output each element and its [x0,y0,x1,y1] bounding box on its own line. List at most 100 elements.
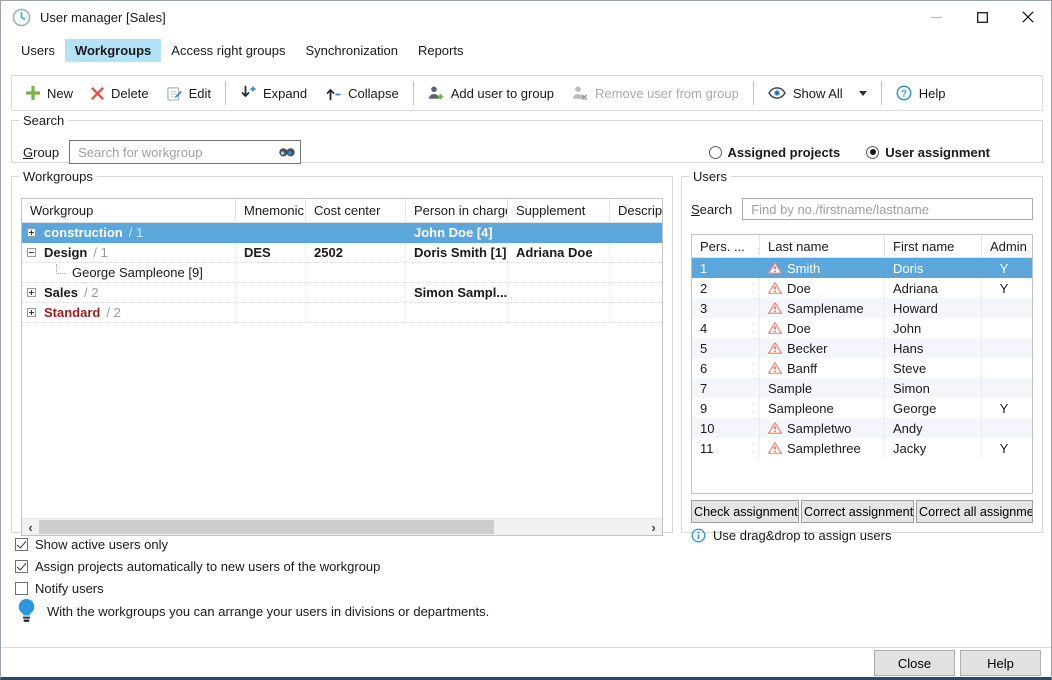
user-row[interactable]: 4DoeJohn [692,318,1032,338]
workgroup-row[interactable]: Standard/ 2 [22,303,662,323]
user-row[interactable]: 3SamplenameHoward [692,298,1032,318]
workgroup-count: / 1 [93,245,107,260]
user-admin-cell [981,338,1032,358]
close-button[interactable]: Close [874,650,955,676]
toolbar-button-edit[interactable]: Edit [158,81,220,106]
minimize-button[interactable] [913,1,959,33]
user-row[interactable]: 7SampleSimon [692,378,1032,398]
user-row[interactable]: 1SmithDorisY [692,258,1032,278]
user-last-name-cell: Banff [759,358,884,378]
toolbar-button-new[interactable]: New [17,81,82,106]
user-row[interactable]: 11SamplethreeJackyY [692,438,1032,458]
user-first-name-cell: Hans [884,338,981,358]
bulb-icon [17,598,36,624]
user-first-name-cell: Simon [884,378,981,398]
scrollbar-thumb[interactable] [39,520,494,534]
toolbar-separator [753,81,754,105]
tree-plus-icon[interactable] [27,228,36,237]
correct-assignments-button[interactable]: Correct assignments [801,500,914,523]
workgroup-cost-center-cell [305,283,405,302]
scroll-right-button[interactable]: › [645,519,662,535]
column-header-descripti[interactable]: Descripti [609,199,662,222]
user-admin-cell [981,318,1032,338]
user-row[interactable]: 2DoeAdrianaY [692,278,1032,298]
user-admin-cell: Y [981,258,1032,278]
workgroup-person-in-charge-cell [405,303,507,322]
toolbar-button-delete[interactable]: Delete [82,81,158,106]
workgroup-supplement-cell [507,263,609,282]
tree-minus-icon[interactable] [27,248,36,257]
toolbar-button-expand[interactable]: Expand [231,80,316,106]
toolbar-button-collapse[interactable]: Collapse [316,80,408,106]
tab-access-right-groups[interactable]: Access right groups [161,39,295,62]
column-header-admin[interactable]: Admin [981,235,1032,257]
scrollbar-track[interactable] [39,519,645,535]
column-header-workgroup[interactable]: Workgroup [22,199,235,222]
tab-reports[interactable]: Reports [408,39,474,62]
tab-workgroups[interactable]: Workgroups [65,39,161,62]
check-assignments-button[interactable]: Check assignments [691,500,799,523]
warning-icon [768,302,782,314]
tree-plus-icon[interactable] [27,308,36,317]
user-row[interactable]: 6BanffSteve [692,358,1032,378]
user-row[interactable]: 5BeckerHans [692,338,1032,358]
workgroup-search-input[interactable] [69,140,301,164]
toolbar-button-label: Expand [263,86,307,101]
column-header-supplement[interactable]: Supplement [507,199,609,222]
user-row[interactable]: 10SampletwoAndy [692,418,1032,438]
toolbar-button-add-user-to-group[interactable]: Add user to group [419,80,563,106]
close-button[interactable] [1005,1,1051,33]
radio-user-assignment[interactable]: User assignment [866,145,990,160]
help-button[interactable]: Help [960,650,1041,676]
checkbox-assign-projects-automatically-to-new-users-of-the-workgroup[interactable]: Assign projects automatically to new use… [15,559,380,574]
tab-users[interactable]: Users [11,39,65,62]
warning-icon [768,282,782,294]
column-header-person-in-charge[interactable]: Person in charge [405,199,507,222]
workgroup-row[interactable]: George Sampleone [9] [22,263,662,283]
edit-icon [167,86,182,101]
title-bar: User manager [Sales] [1,1,1051,33]
column-header-mnemonic[interactable]: Mnemonic [235,199,305,222]
toolbar-button-show-all[interactable]: Show All [759,81,876,106]
scroll-left-button[interactable]: ‹ [22,519,39,535]
workgroups-table: WorkgroupMnemonicCost centerPerson in ch… [21,198,663,536]
workgroup-supplement-cell [507,303,609,322]
column-header-label: First name [893,239,954,254]
column-header-pers[interactable]: Pers. ... [692,235,759,257]
search-row: Group Assigned projects User assignment [23,140,1032,164]
column-header-first-name[interactable]: First name [884,235,981,257]
checkbox-notify-users[interactable]: Notify users [15,581,380,596]
workgroup-row[interactable]: construction/ 1John Doe [4] [22,223,662,243]
users-search-input[interactable] [742,198,1033,220]
workgroup-row[interactable]: Design/ 1DES2502Doris Smith [1]Adriana D… [22,243,662,263]
correct-all-assignments-button[interactable]: Correct all assignments [916,500,1033,523]
toolbar-button-label: New [47,86,73,101]
users-search-row: Search [691,198,1033,220]
workgroup-row[interactable]: Sales/ 2Simon Sampl... [22,283,662,303]
horizontal-scrollbar[interactable]: ‹ › [22,518,662,535]
workgroup-mnemonic-cell [235,223,305,242]
user-last-name: Samplethree [787,441,861,456]
toolbar-separator [225,81,226,105]
column-header-last-name[interactable]: Last name [759,235,884,257]
user-last-name-cell: Smith [759,258,884,278]
toolbar-button-remove-user-from-group[interactable]: Remove user from group [563,80,748,106]
column-header-cost-center[interactable]: Cost center [305,199,405,222]
toolbar-separator [413,81,414,105]
workgroups-groupbox-legend: Workgroups [19,169,97,184]
collapse-icon [325,85,341,101]
checkbox-show-active-users-only[interactable]: Show active users only [15,537,380,552]
warning-icon [768,422,782,434]
tree-plus-icon[interactable] [27,288,36,297]
group-label: Group [23,145,59,160]
maximize-button[interactable] [959,1,1005,33]
user-row[interactable]: 9SampleoneGeorgeY [692,398,1032,418]
user-first-name-cell: Doris [884,258,981,278]
workgroups-groupbox: Workgroups WorkgroupMnemonicCost centerP… [11,169,673,533]
tab-synchronization[interactable]: Synchronization [295,39,408,62]
info-icon [691,528,706,543]
toolbar-button-help[interactable]: ?Help [887,80,955,106]
radio-assigned-projects[interactable]: Assigned projects [709,145,841,160]
caret-down-icon[interactable] [859,91,867,96]
workgroups-rows: construction/ 1John Doe [4]Design/ 1DES2… [22,223,662,323]
